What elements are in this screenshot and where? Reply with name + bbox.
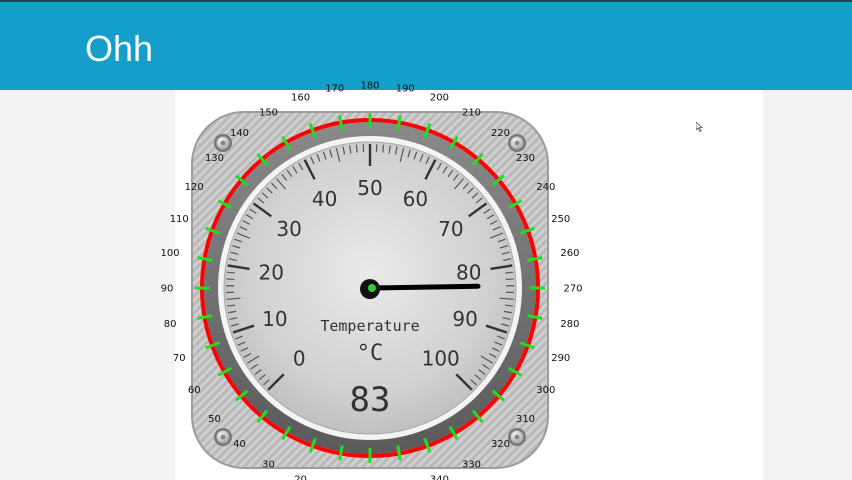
gauge-needle: [367, 283, 481, 291]
major-tick-label: 20: [259, 260, 284, 284]
angle-label: 70: [173, 353, 186, 364]
angle-label: 220: [491, 128, 510, 139]
temperature-gauge: 010 20 30 40 50 60 70 80 90 100 20 30 40 50 60 70 80 90 1…: [161, 81, 583, 480]
angle-label: 200: [430, 93, 449, 104]
angle-label: 120: [185, 182, 204, 193]
angle-label: 130: [205, 153, 224, 164]
angle-label: 50: [208, 414, 221, 425]
angle-label: 320: [491, 439, 510, 450]
major-tick-label: 0: [293, 347, 306, 371]
major-tick-label: 50: [357, 176, 382, 200]
angle-label: 240: [536, 182, 555, 193]
angle-label: 210: [462, 108, 481, 119]
angle-label: 290: [551, 353, 570, 364]
angle-label: 330: [462, 459, 481, 470]
minor-tick: [505, 278, 514, 281]
major-tick-label: 100: [422, 347, 460, 371]
angle-label: 40: [233, 439, 246, 450]
angle-label: 150: [259, 108, 278, 119]
angle-label: 60: [188, 385, 201, 396]
angle-label: 300: [536, 385, 555, 396]
angle-label: 110: [170, 214, 189, 225]
angle-label: 90: [161, 284, 174, 295]
mount-screw-top-right: [508, 134, 526, 152]
gauge-unit: °C: [357, 341, 384, 366]
mouse-cursor-icon: [696, 122, 704, 132]
major-tick-label: 60: [403, 187, 428, 211]
angle-label: 260: [560, 248, 579, 259]
major-tick-label: 40: [312, 187, 337, 211]
major-tick-label: 30: [276, 217, 301, 241]
minor-tick: [226, 278, 235, 281]
angle-label: 20: [294, 474, 307, 480]
angle-label: 280: [560, 319, 579, 330]
angle-label: 160: [291, 93, 310, 104]
angle-label: 100: [161, 248, 180, 259]
angle-label: 180: [360, 81, 379, 92]
gauge-title: Temperature: [320, 317, 419, 335]
angle-label: 80: [164, 319, 177, 330]
angle-label: 170: [325, 84, 344, 95]
angle-label: 250: [551, 214, 570, 225]
major-tick-label: 10: [262, 307, 287, 331]
major-tick-label: 80: [456, 260, 481, 284]
angle-label: 270: [563, 284, 582, 295]
angle-label: 140: [230, 128, 249, 139]
angle-label: 230: [516, 153, 535, 164]
mount-screw-bottom-right: [508, 428, 526, 446]
mount-screw-bottom-left: [214, 428, 232, 446]
angle-label: 30: [262, 459, 275, 470]
major-tick-label: 90: [452, 307, 477, 331]
major-tick-label: 70: [438, 217, 463, 241]
angle-label: 190: [396, 84, 415, 95]
angle-label: 310: [516, 414, 535, 425]
minor-tick: [382, 144, 385, 153]
angle-label: 340: [430, 474, 449, 480]
minor-tick: [355, 144, 358, 153]
gauge-value-readout: 83: [350, 380, 391, 420]
needle-pivot-dot: [368, 284, 376, 292]
